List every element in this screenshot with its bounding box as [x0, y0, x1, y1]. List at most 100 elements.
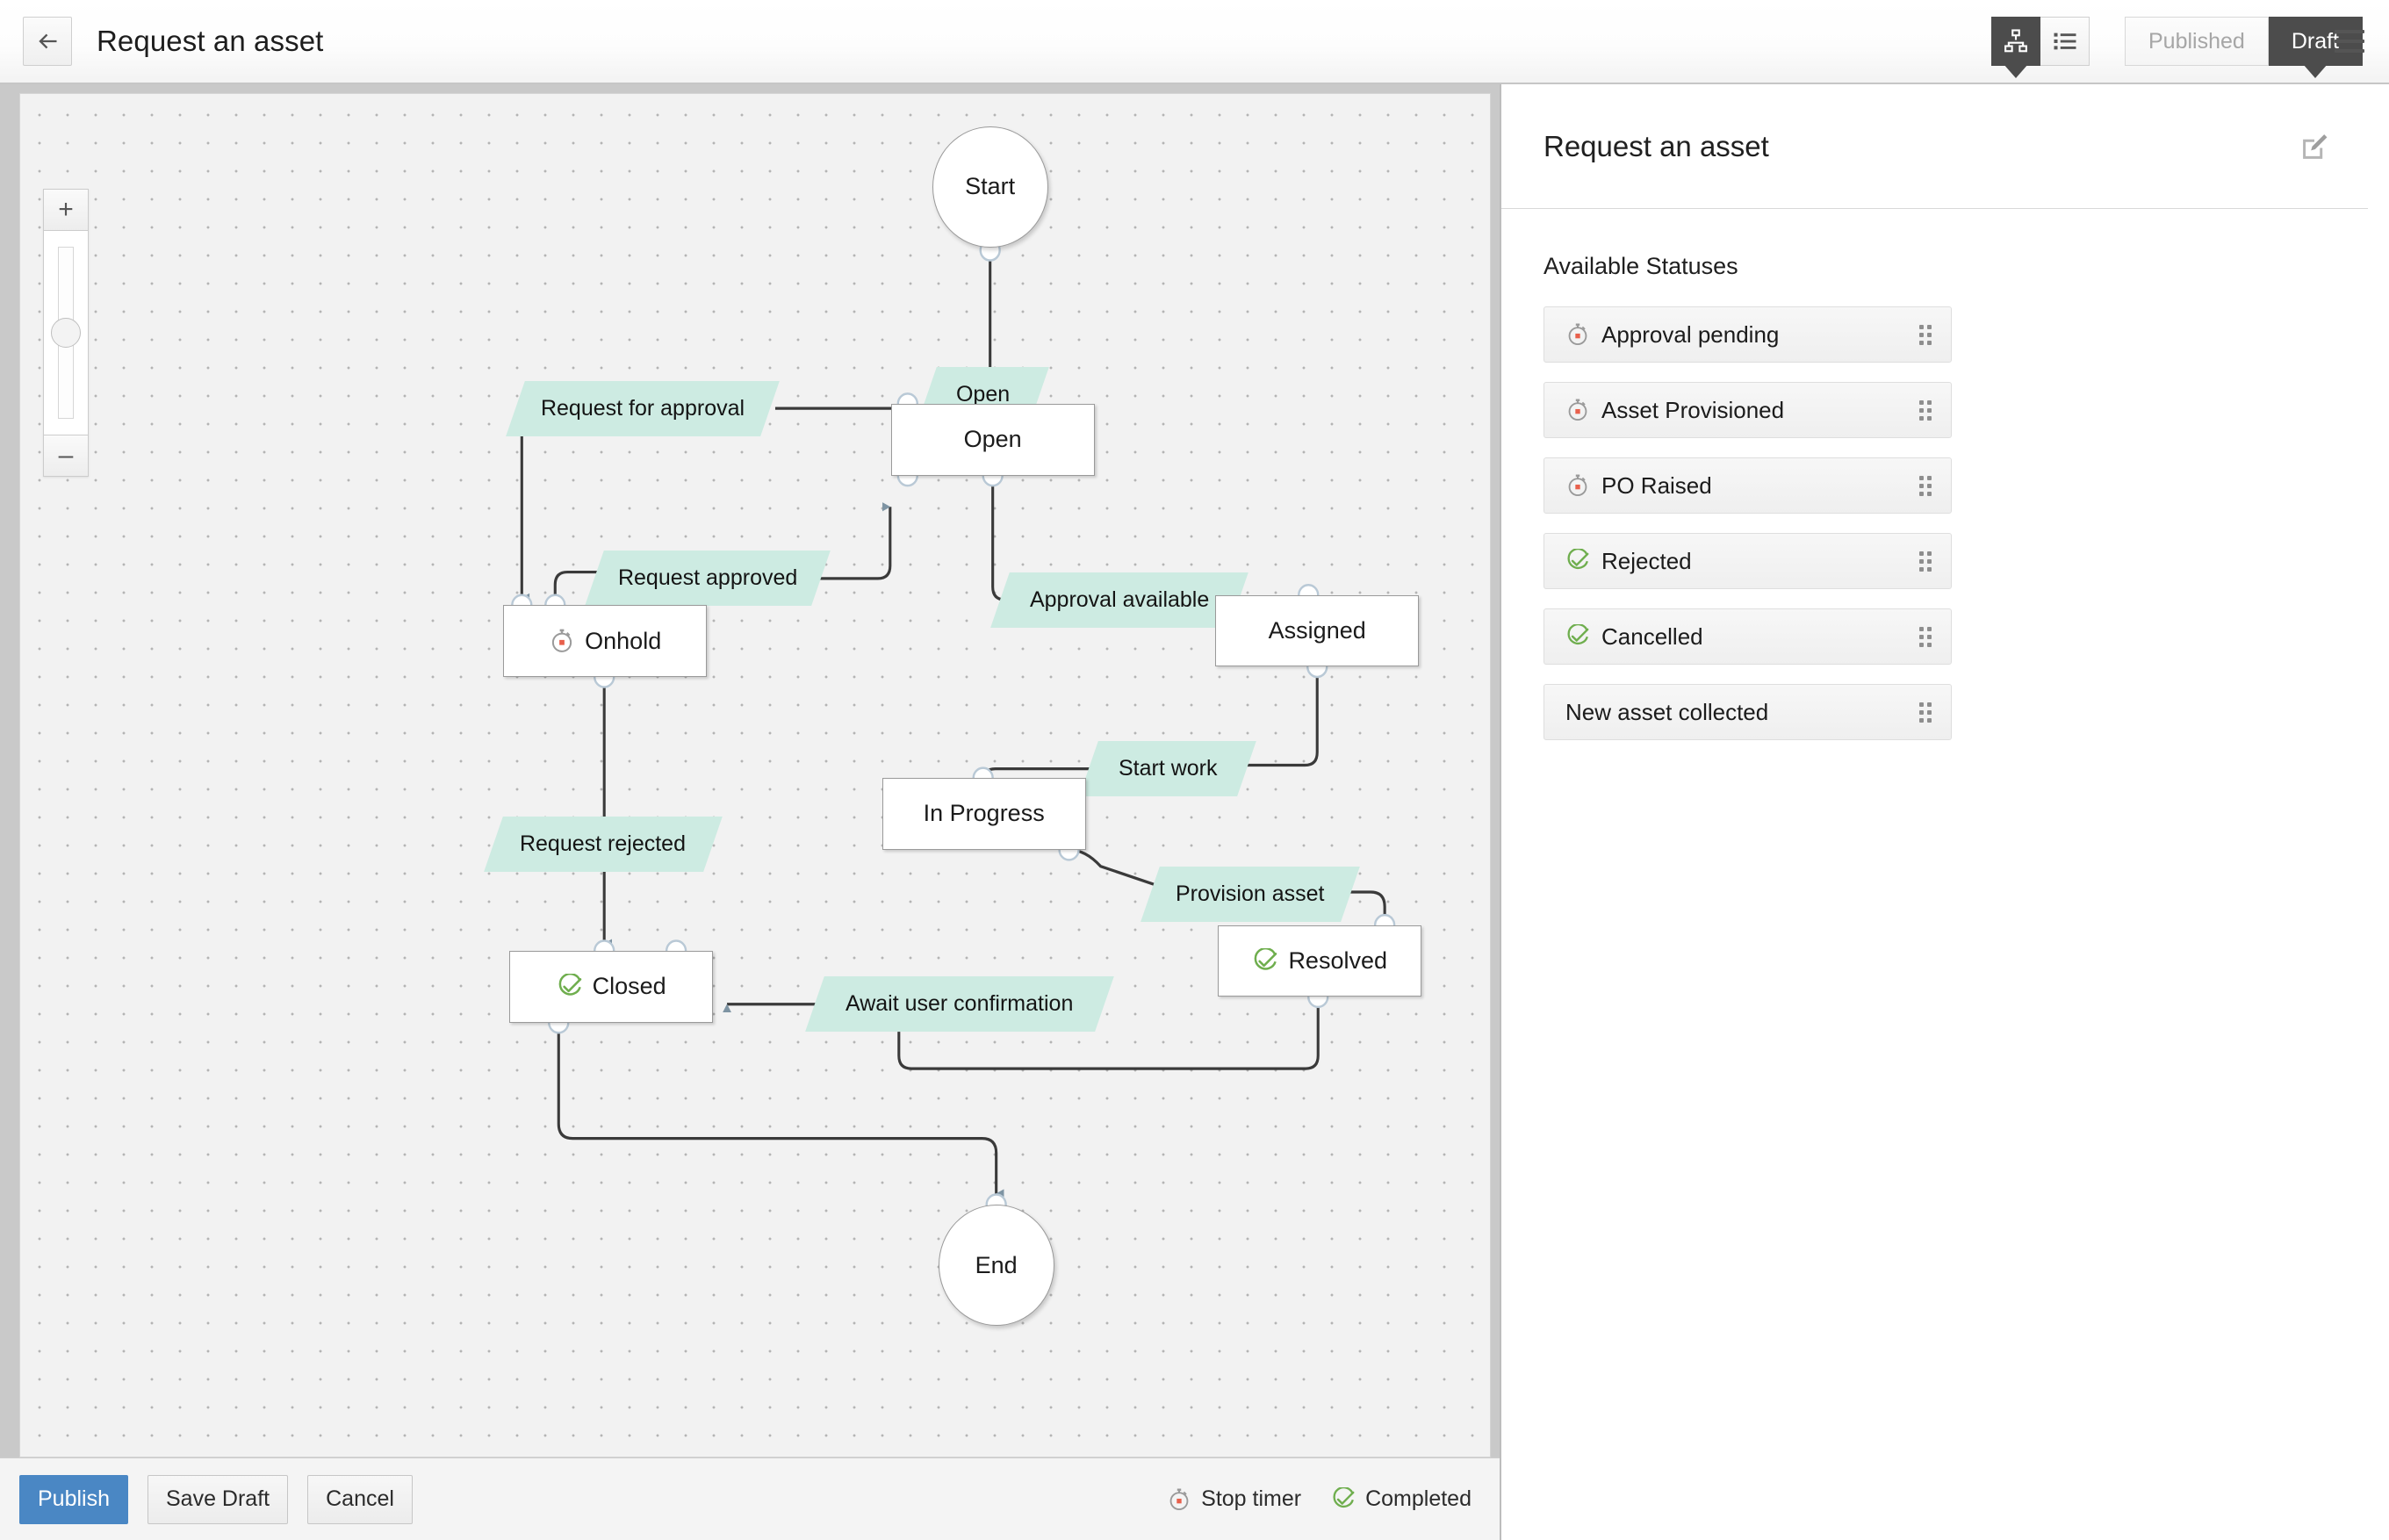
workflow-editor-app: Request an asset	[0, 0, 2389, 1540]
status-label: Approval pending	[1601, 321, 1779, 349]
workflow-node-onhold[interactable]: Onhold	[503, 605, 707, 677]
drag-handle-icon[interactable]	[1919, 400, 1932, 421]
stop-timer-icon	[1167, 1487, 1191, 1512]
hamburger-bar	[2335, 30, 2364, 33]
workflow-node-label: Start	[965, 173, 1015, 200]
workflow-node-label: Closed	[593, 973, 666, 1000]
list-view-icon	[2052, 28, 2078, 54]
workflow-node-start[interactable]: Start	[932, 126, 1048, 248]
page-title: Request an asset	[97, 25, 323, 58]
transition-label-request-for-approval[interactable]: Request for approval	[506, 381, 779, 436]
zoom-out-button[interactable]: –	[43, 435, 89, 477]
stop-timer-icon	[549, 628, 575, 654]
workflow-node-open[interactable]: Open	[891, 404, 1095, 476]
transition-label-start-work[interactable]: Start work	[1079, 741, 1256, 796]
completed-icon	[1252, 948, 1278, 975]
view-toggle-diagram[interactable]	[1991, 17, 2040, 66]
completed-icon	[557, 974, 583, 1000]
transition-label-text: Request for approval	[541, 396, 745, 421]
completed-icon	[1331, 1487, 1356, 1512]
status-label: New asset collected	[1565, 699, 1768, 726]
tab-published-label: Published	[2148, 29, 2245, 54]
hamburger-bar	[2335, 49, 2364, 53]
status-label: Cancelled	[1601, 623, 1703, 651]
available-statuses-list: Approval pending Asset Provisioned PO Rais…	[1543, 306, 2347, 740]
workflow-node-inprogress[interactable]: In Progress	[882, 778, 1086, 850]
editor-body: + – Start Open Onhold Assigned In Progress Re…	[0, 84, 2389, 1540]
completed-icon	[1565, 624, 1590, 649]
hamburger-menu-icon[interactable]	[2329, 21, 2370, 61]
status-row[interactable]: Rejected	[1543, 533, 1952, 589]
workflow-node-label: End	[975, 1252, 1018, 1279]
status-label: PO Raised	[1601, 472, 1712, 500]
tab-published[interactable]: Published	[2125, 17, 2269, 66]
status-row[interactable]: New asset collected	[1543, 684, 1952, 740]
edge-in-progress-to-provision	[1069, 850, 1161, 887]
zoom-in-button[interactable]: +	[43, 189, 89, 231]
workflow-node-resolved[interactable]: Resolved	[1218, 925, 1421, 997]
transition-label-request-approved[interactable]: Request approved	[585, 551, 830, 606]
transition-label-text: Start work	[1118, 756, 1217, 781]
view-toggle-group	[1991, 17, 2090, 66]
top-bar: Request an asset	[0, 0, 2389, 84]
workflow-node-label: Onhold	[585, 628, 661, 655]
transition-label-text: Provision asset	[1177, 882, 1326, 907]
stop-timer-icon	[1565, 322, 1590, 347]
transition-label-text: Await user confirmation	[846, 991, 1073, 1017]
workflow-canvas[interactable]: + – Start Open Onhold Assigned In Progress Re…	[19, 93, 1491, 1457]
status-label: Rejected	[1601, 548, 1692, 575]
workflow-node-label: Assigned	[1269, 617, 1366, 644]
back-button[interactable]	[23, 17, 72, 66]
transition-label-text: Request rejected	[521, 831, 687, 857]
connector-layer	[20, 94, 1490, 1457]
workflow-node-label: Resolved	[1288, 947, 1387, 975]
details-panel-body: Available Statuses Approval pendingAsset…	[1501, 209, 2389, 740]
status-row[interactable]: Cancelled	[1543, 608, 1952, 665]
zoom-control[interactable]: + –	[43, 189, 89, 477]
canvas-column: + – Start Open Onhold Assigned In Progress Re…	[0, 84, 1501, 1540]
drag-handle-icon[interactable]	[1919, 702, 1932, 723]
drag-handle-icon[interactable]	[1919, 627, 1932, 647]
status-label: Asset Provisioned	[1601, 397, 1784, 424]
canvas-legend: Stop timer Completed	[1167, 1486, 1477, 1512]
workflow-node-label: Open	[964, 426, 1022, 453]
hierarchy-diagram-icon	[2003, 28, 2029, 54]
edge-assigned-to-start-work	[1244, 666, 1317, 765]
status-row[interactable]: Asset Provisioned	[1543, 382, 1952, 438]
publish-button[interactable]: Publish	[19, 1475, 128, 1524]
details-panel-header: Request an asset	[1501, 84, 2368, 209]
legend-stop-timer: Stop timer	[1167, 1486, 1301, 1512]
view-toggle-list[interactable]	[2040, 17, 2090, 66]
drag-handle-icon[interactable]	[1919, 325, 1932, 345]
transition-label-text: Approval available	[1029, 586, 1208, 612]
stop-timer-icon	[1565, 398, 1590, 422]
cancel-button[interactable]: Cancel	[307, 1475, 413, 1524]
status-row[interactable]: Approval pending	[1543, 306, 1952, 363]
stop-timer-icon	[1565, 473, 1590, 498]
details-panel-title: Request an asset	[1543, 130, 1769, 163]
save-draft-button[interactable]: Save Draft	[148, 1475, 288, 1524]
status-row[interactable]: PO Raised	[1543, 457, 1952, 514]
drag-handle-icon[interactable]	[1919, 551, 1932, 572]
transition-label-await-user-confirmation[interactable]: Await user confirmation	[805, 976, 1113, 1032]
action-bar: Publish Save Draft Cancel	[0, 1457, 1500, 1540]
transition-label-provision-asset[interactable]: Provision asset	[1141, 867, 1360, 922]
legend-stop-timer-label: Stop timer	[1201, 1486, 1301, 1512]
workflow-node-assigned[interactable]: Assigned	[1215, 595, 1419, 667]
edge-request-approved-to-open	[818, 507, 890, 579]
workflow-node-closed[interactable]: Closed	[509, 951, 713, 1023]
workflow-node-end[interactable]: End	[939, 1205, 1054, 1326]
transition-label-request-rejected[interactable]: Request rejected	[485, 817, 723, 872]
zoom-slider-track[interactable]	[43, 231, 89, 435]
legend-completed-label: Completed	[1365, 1486, 1472, 1512]
edit-pencil-icon[interactable]	[2294, 127, 2333, 166]
edge-closed-to-end	[558, 1023, 996, 1194]
edge-request-approval-to-open	[775, 408, 908, 462]
transition-label-approval-available[interactable]: Approval available	[990, 572, 1248, 628]
top-bar-right-controls: Published Draft	[1991, 0, 2366, 83]
completed-icon	[1565, 549, 1590, 573]
publish-state-tabs: Published Draft	[2125, 17, 2363, 66]
details-panel: Request an asset Available Statuses Appr…	[1501, 84, 2389, 1540]
drag-handle-icon[interactable]	[1919, 476, 1932, 496]
zoom-slider-handle[interactable]	[51, 318, 81, 348]
